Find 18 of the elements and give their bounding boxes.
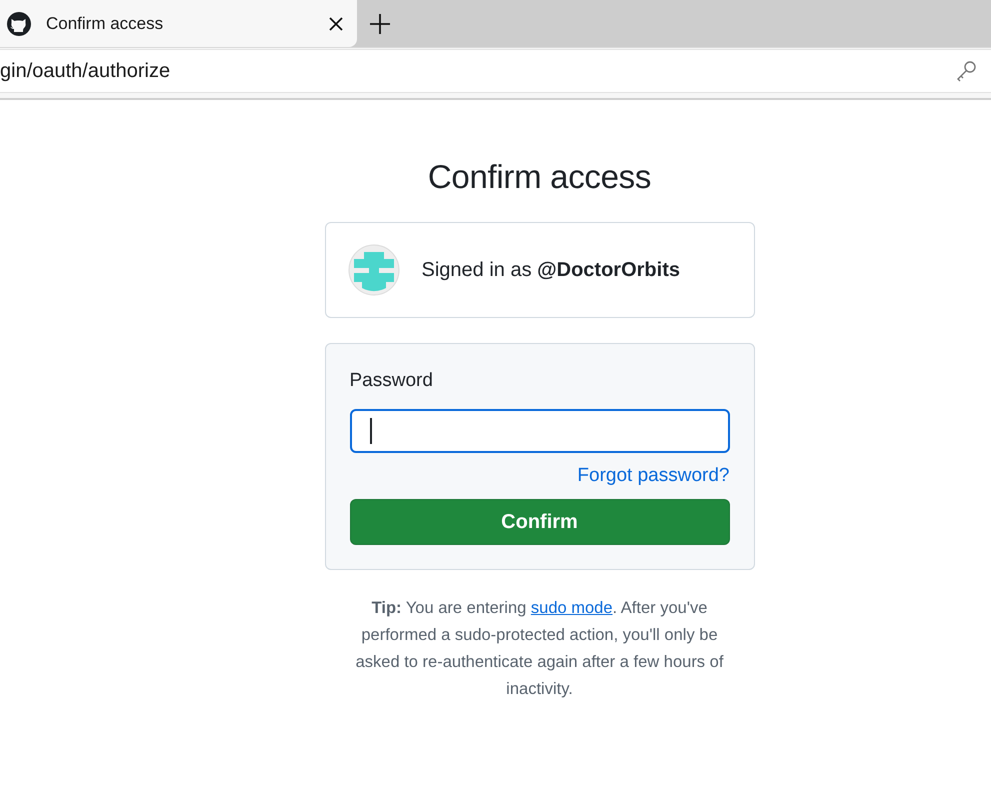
tab-title: Confirm access <box>46 14 164 34</box>
avatar-icon <box>348 244 400 296</box>
cat-logo-icon <box>6 10 32 36</box>
signed-in-text: Signed in as @DoctorOrbits <box>422 258 680 282</box>
text-cursor <box>370 418 372 444</box>
browser-tab[interactable]: Confirm access <box>0 0 357 47</box>
sudo-mode-link[interactable]: sudo mode <box>530 599 613 617</box>
forgot-password-link[interactable]: Forgot password? <box>577 465 730 487</box>
tip-text: Tip: You are entering sudo mode. After you've performed a sudo-protected action, you'll only be asked to re-authenticate again after a few hours of inactivity. <box>354 598 724 700</box>
address-url: gin/oauth/authorize <box>0 60 170 82</box>
close-icon[interactable] <box>329 16 343 30</box>
confirm-button[interactable]: Confirm <box>350 499 730 545</box>
password-label: Password <box>350 370 434 392</box>
new-tab-icon[interactable] <box>370 14 390 34</box>
address-bar[interactable]: gin/oauth/authorize <box>0 49 991 93</box>
page-title: Confirm access <box>428 158 652 196</box>
password-field[interactable] <box>350 409 730 453</box>
key-icon[interactable] <box>955 60 977 82</box>
